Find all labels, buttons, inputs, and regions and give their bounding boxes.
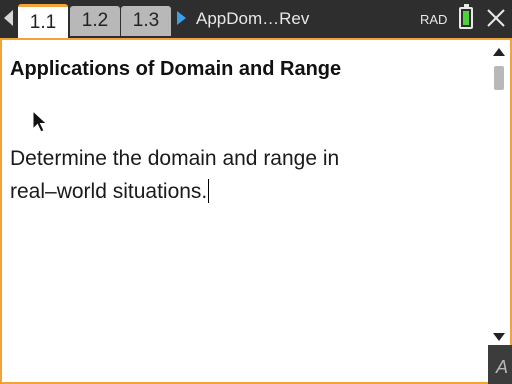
scroll-down-arrow-icon[interactable]: [493, 333, 505, 341]
angle-mode-indicator: RAD: [420, 12, 448, 27]
page-heading: Applications of Domain and Range: [10, 58, 342, 80]
previous-page-arrow-icon[interactable]: [4, 10, 13, 26]
tab-label: 1.3: [132, 10, 160, 31]
battery-icon: [459, 4, 473, 29]
tab-1-1[interactable]: 1.1: [18, 4, 68, 38]
corner-glyph: A: [496, 357, 509, 377]
tab-label: 1.1: [29, 11, 57, 33]
notes-page[interactable]: Applications of Domain and Range Determi…: [0, 38, 512, 384]
close-icon[interactable]: [485, 7, 507, 29]
vertical-scrollbar[interactable]: [488, 44, 510, 347]
text-caret: [208, 179, 210, 203]
body-line-2-text: real–world situations.: [10, 180, 208, 203]
mouse-pointer-icon: [32, 110, 48, 133]
body-line-2: real–world situations.: [10, 175, 450, 208]
tab-1-3[interactable]: 1.3: [121, 6, 171, 36]
scroll-thumb[interactable]: [494, 66, 504, 90]
tab-label: 1.2: [81, 10, 109, 31]
battery-level: [463, 11, 469, 25]
tab-bar: 1.1 1.2 1.3 AppDom…Rev RAD: [0, 0, 512, 38]
corner-panel: A: [488, 345, 512, 384]
body-line-1: Determine the domain and range in: [10, 147, 340, 170]
page-body-text[interactable]: Determine the domain and range in real–w…: [10, 142, 450, 208]
scroll-up-arrow-icon[interactable]: [493, 48, 505, 56]
next-page-arrow-icon[interactable]: [177, 11, 186, 25]
tab-1-2[interactable]: 1.2: [70, 6, 120, 36]
document-title[interactable]: AppDom…Rev: [196, 9, 309, 29]
